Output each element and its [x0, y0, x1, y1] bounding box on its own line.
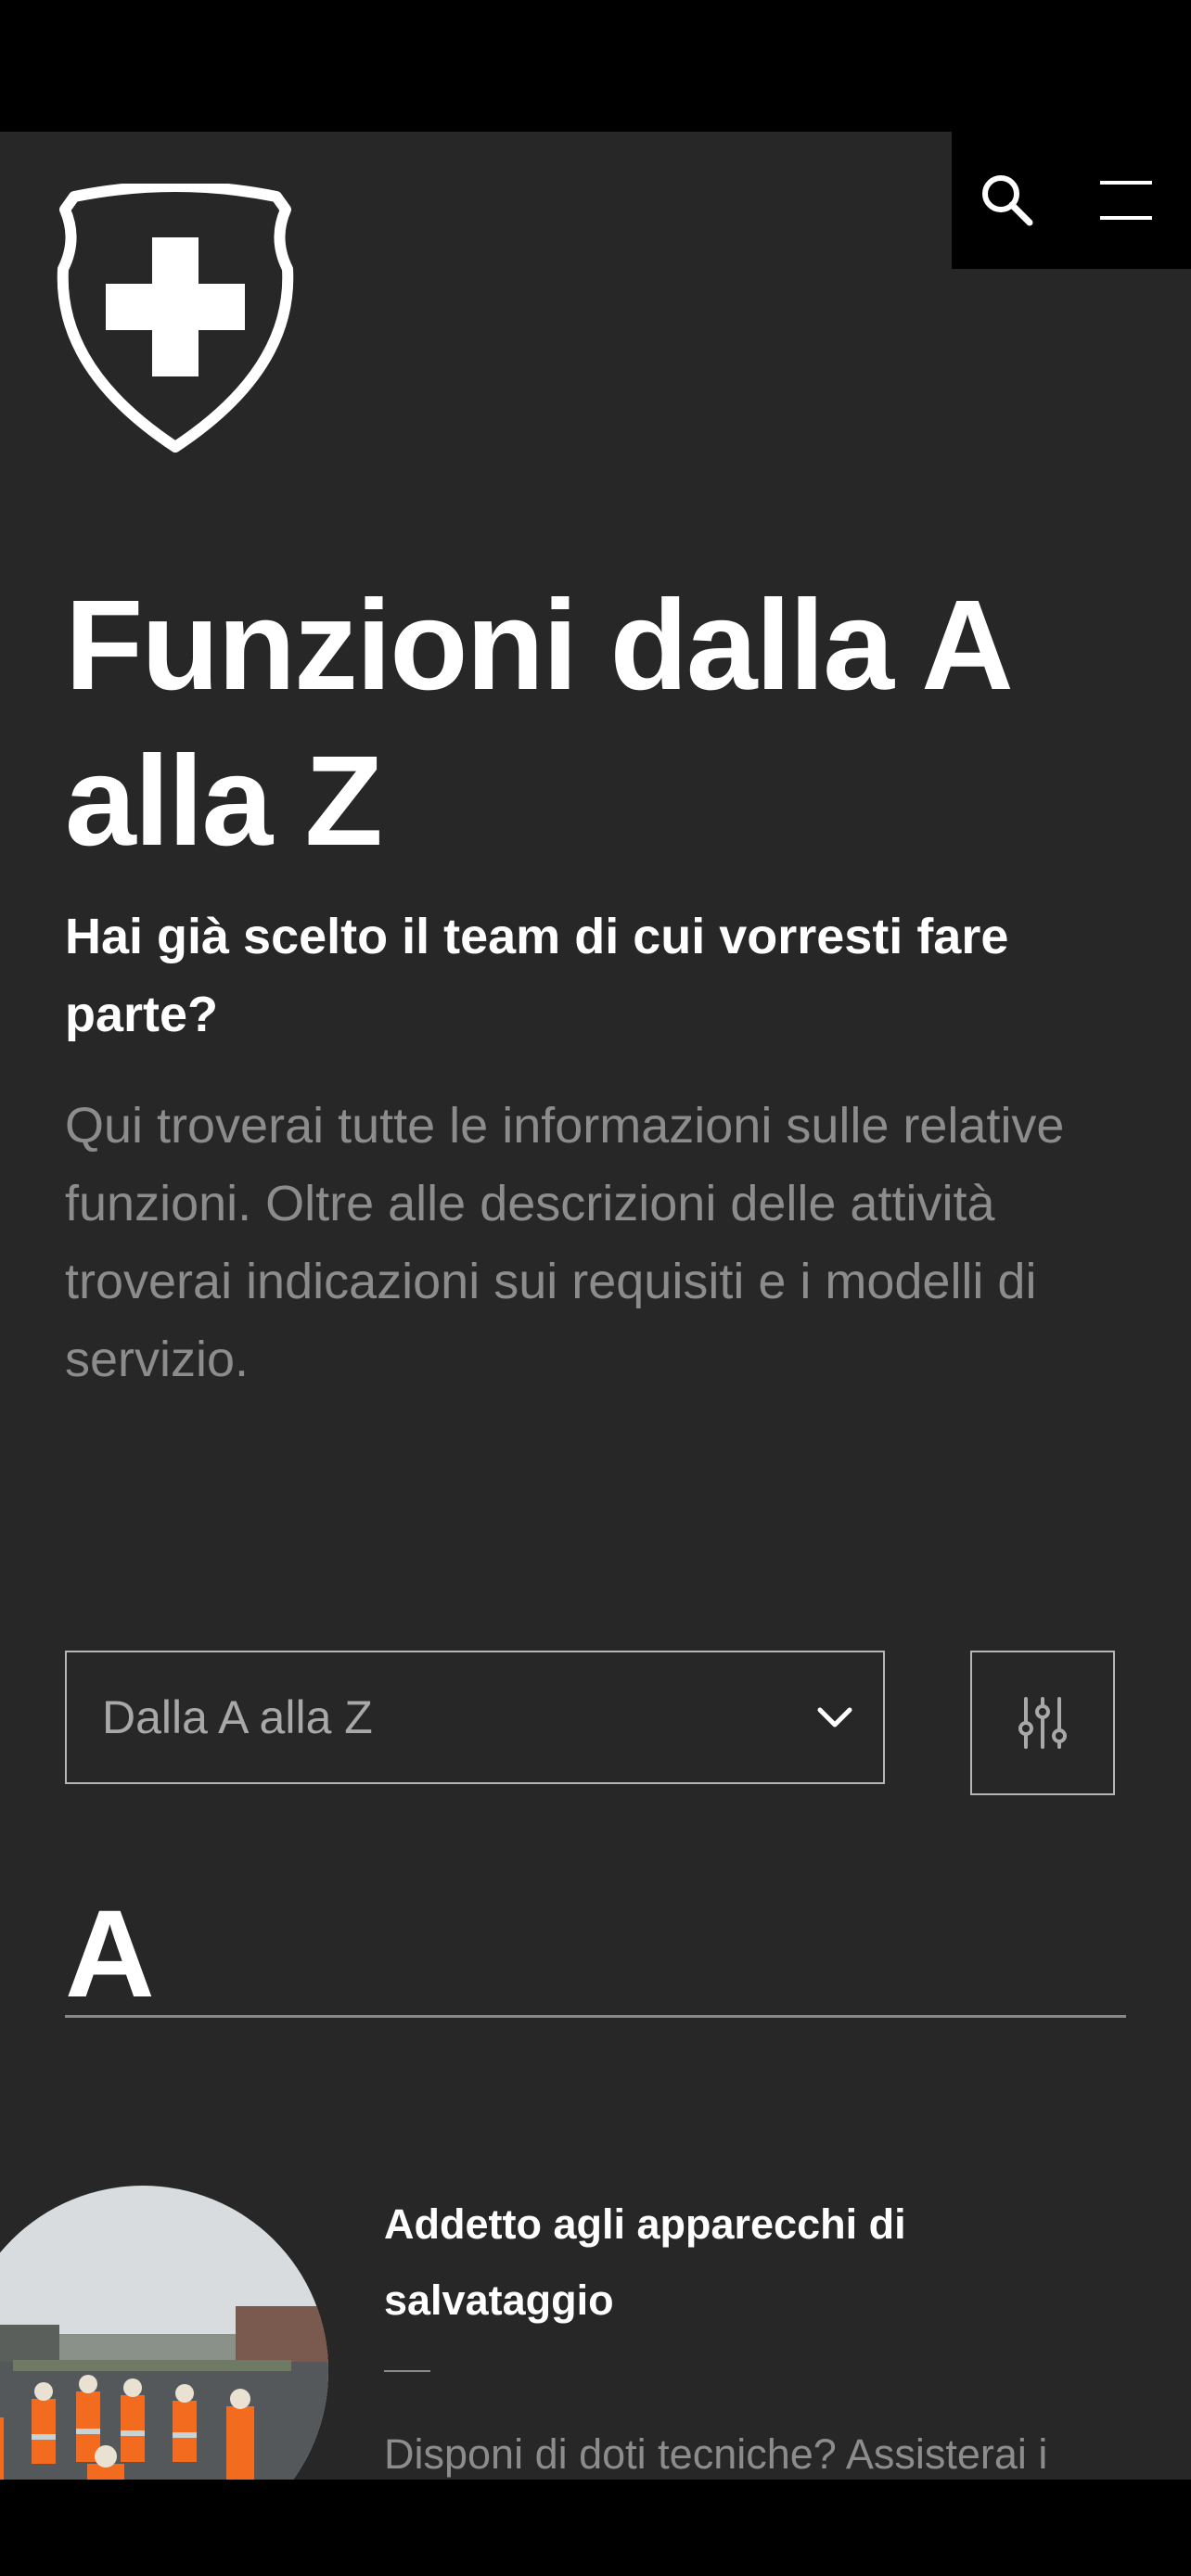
page-content: Funzioni dalla A alla Z Hai già scelto i… [0, 132, 1191, 2480]
sort-selected-value: Dalla A alla Z [102, 1691, 373, 1743]
chevron-down-icon [817, 1707, 852, 1728]
header-actions [952, 132, 1191, 269]
section-divider [65, 2015, 1126, 2018]
sort-dropdown[interactable]: Dalla A alla Z [65, 1651, 885, 1784]
page-subtitle: Hai già scelto il team di cui vorresti f… [65, 909, 1009, 1042]
bottom-bar [0, 2480, 1191, 2576]
swiss-cross-shield-icon[interactable] [54, 184, 297, 454]
job-title[interactable]: Addetto agli apparecchi di salvataggio [384, 2187, 978, 2339]
menu-button[interactable] [1070, 132, 1182, 269]
page-description: Qui troverai tutte le informazioni sulle… [65, 1098, 1065, 1387]
job-description: Disponi di doti tecniche? Assisterai i [384, 2430, 1048, 2478]
hamburger-menu-icon [1100, 181, 1152, 220]
search-button[interactable] [952, 132, 1063, 269]
job-photo[interactable] [0, 2186, 328, 2480]
sliders-filter-icon [1018, 1697, 1067, 1749]
status-bar [0, 0, 1191, 132]
filter-button[interactable] [970, 1651, 1115, 1795]
job-dash [384, 2370, 430, 2372]
search-icon [982, 175, 1033, 226]
section-letter-a: A [65, 1885, 155, 2023]
page-title: Funzioni dalla A alla Z [65, 574, 1009, 873]
